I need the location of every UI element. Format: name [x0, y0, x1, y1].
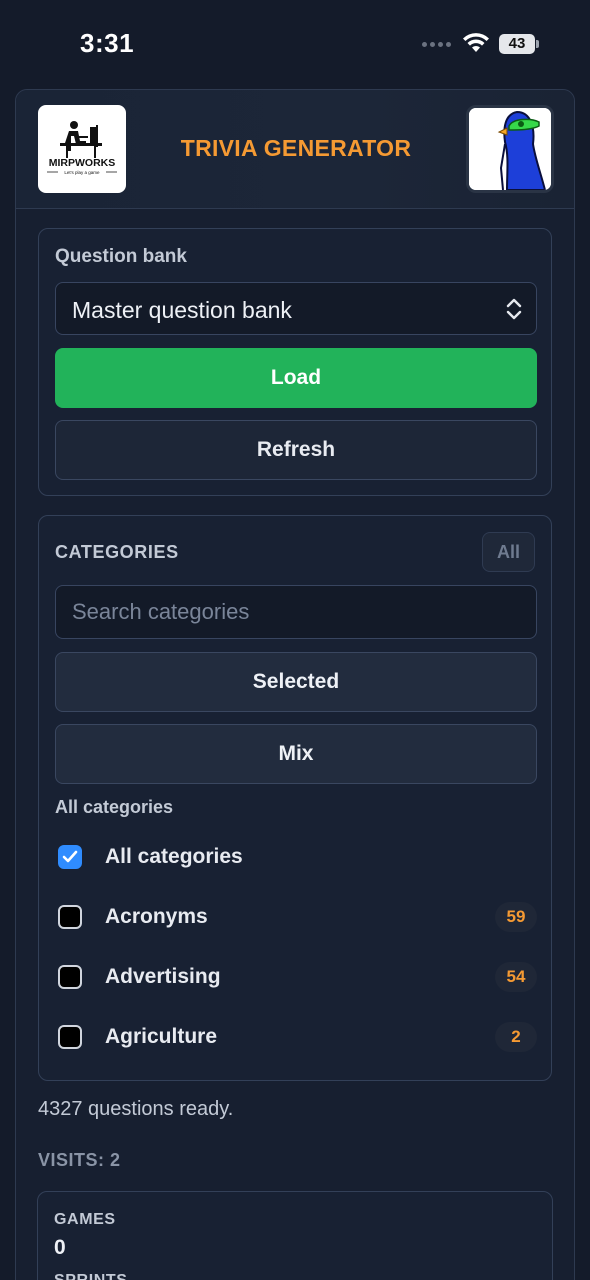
category-row-all[interactable]: All categories: [55, 837, 537, 877]
status-time: 3:31: [80, 28, 135, 58]
games-value: 0: [54, 1236, 66, 1259]
selected-button[interactable]: Selected: [55, 652, 537, 712]
category-row-acronyms[interactable]: Acronyms 59: [55, 897, 537, 937]
logo-tagline: Let's play a game: [64, 170, 100, 175]
mix-button[interactable]: Mix: [55, 724, 537, 784]
category-label: Agriculture: [105, 1025, 218, 1048]
cellular-signal-icon: [422, 42, 451, 47]
wifi-icon: [463, 33, 489, 52]
mirpworks-logo: MIRPWORKS Let's play a game: [38, 105, 126, 193]
chevron-up-down-icon: [506, 298, 522, 320]
logo-wordmark: MIRPWORKS: [49, 157, 116, 169]
app-title: TRIVIA GENERATOR: [180, 135, 412, 161]
question-bank-selected-value: Master question bank: [72, 297, 292, 323]
category-row-advertising[interactable]: Advertising 54: [55, 957, 537, 997]
categories-panel: CATEGORIES All Selected Mix All categori…: [38, 515, 552, 1081]
penguin-avatar-icon: [466, 105, 554, 193]
category-search-input[interactable]: [55, 585, 537, 639]
category-count-badge: 54: [495, 962, 537, 992]
games-label: GAMES: [54, 1211, 116, 1228]
sprints-label: SPRINTS: [54, 1272, 128, 1280]
questions-ready-status: 4327 questions ready.: [38, 1098, 234, 1120]
category-count-badge: 2: [495, 1022, 537, 1052]
visits-counter: VISITS: 2: [38, 1150, 121, 1170]
question-bank-select[interactable]: Master question bank: [55, 282, 537, 335]
category-label: Advertising: [105, 965, 221, 988]
checkbox-icon[interactable]: [58, 905, 82, 929]
question-bank-panel: Question bank Master question bank Load …: [38, 228, 552, 496]
checkbox-icon[interactable]: [58, 965, 82, 989]
status-bar: 3:31 43: [0, 0, 590, 88]
refresh-button[interactable]: Refresh: [55, 420, 537, 480]
all-categories-heading: All categories: [55, 797, 174, 817]
battery-icon: 43: [499, 34, 539, 54]
checkbox-checked-icon[interactable]: [58, 845, 82, 869]
app-header: MIRPWORKS Let's play a game TRIVIA GENER…: [16, 90, 574, 209]
category-label: Acronyms: [105, 905, 208, 928]
load-button[interactable]: Load: [55, 348, 537, 408]
stats-panel: GAMES 0 SPRINTS: [37, 1191, 553, 1280]
select-all-button[interactable]: All: [482, 532, 535, 572]
question-bank-label: Question bank: [55, 246, 187, 267]
mirpworks-logo-icon: MIRPWORKS Let's play a game: [47, 121, 117, 175]
category-count-badge: 59: [495, 902, 537, 932]
category-label: All categories: [105, 845, 243, 868]
battery-level: 43: [499, 34, 535, 54]
categories-heading: CATEGORIES: [55, 542, 179, 562]
category-row-agriculture[interactable]: Agriculture 2: [55, 1017, 537, 1057]
checkbox-icon[interactable]: [58, 1025, 82, 1049]
